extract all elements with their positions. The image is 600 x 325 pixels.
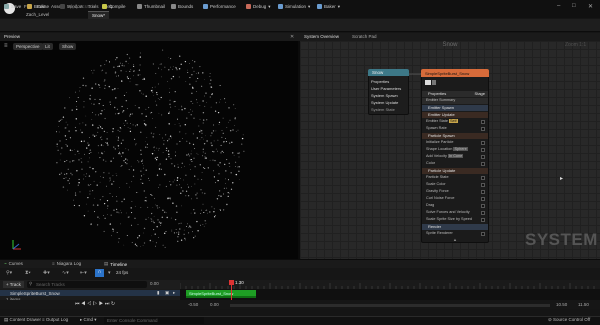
search-icon: ⚲	[29, 281, 33, 286]
add-track-button[interactable]: + Track	[3, 281, 24, 288]
key-tool-icon[interactable]: ⚲▾	[6, 270, 12, 276]
mouse-cursor-icon: ▸	[560, 176, 564, 182]
playhead-handle[interactable]	[229, 280, 234, 285]
console-placeholder: Enter Console Command	[107, 318, 158, 323]
curves-icon: ~	[4, 261, 7, 266]
emitter-range-label: SimpleSpriteBurst_Snow	[189, 290, 234, 296]
source-control-status[interactable]: ⊘ Source Control Off	[548, 317, 590, 323]
range-playback-start[interactable]: 0.00	[210, 302, 219, 307]
tab-timeline[interactable]: ▤ Timeline	[104, 261, 127, 267]
filter-icon[interactable]: ⧗▾	[25, 270, 31, 276]
content-drawer-button[interactable]: ▤ Content Drawer	[4, 317, 41, 323]
timeline-icon: ▤	[104, 261, 109, 266]
cmd-dropdown[interactable]: ▸ Cmd ▾	[80, 317, 97, 323]
snap-icon[interactable]: ✚▾	[43, 270, 50, 276]
start-time-field[interactable]: 0.00	[150, 281, 159, 286]
lock-icon[interactable]: ▣	[165, 290, 169, 296]
track-search-field[interactable]: ⚲ Search Tracks	[27, 281, 147, 288]
tab-niagara-log[interactable]: ≡ Niagara Log	[52, 261, 81, 266]
track-name: SimpleSpriteBurst_Snow	[10, 290, 60, 296]
range-start-field[interactable]: -0.50	[188, 302, 198, 307]
track-search-placeholder: Search Tracks	[36, 282, 65, 287]
fps-dropdown[interactable]: 24 fps	[116, 270, 128, 275]
range-end-field[interactable]: 10.50	[556, 302, 567, 307]
visibility-icon[interactable]: ▮	[157, 290, 159, 296]
timeline-toolbar	[0, 268, 600, 280]
timeline-scrollbar[interactable]	[230, 304, 550, 307]
bottom-tab-bar	[0, 259, 600, 268]
marker-icon[interactable]: ▾	[108, 270, 111, 276]
log-icon: ≡	[52, 261, 55, 266]
track-row[interactable]: SimpleSpriteBurst_Snow ▮ ▣ ▸	[0, 290, 180, 296]
curve-icon[interactable]: ∿▾	[62, 270, 69, 276]
expand-icon[interactable]: ▸	[173, 290, 175, 296]
tab-curves[interactable]: ~ Curves	[4, 261, 23, 266]
range-view-end-field[interactable]: 11.50	[578, 302, 589, 307]
playback-controls[interactable]: ⏮◀◁▷▶⏭↻	[75, 301, 117, 307]
emitter-range-sub-bar	[186, 296, 256, 298]
output-log-button[interactable]: ≡ Output Log	[42, 317, 68, 322]
playhead-time: 1.30	[235, 280, 244, 285]
console-input[interactable]: Enter Console Command	[104, 317, 204, 324]
align-icon[interactable]: ⇤▾	[80, 270, 87, 276]
magnet-snap-icon[interactable]: ∩	[95, 269, 104, 277]
